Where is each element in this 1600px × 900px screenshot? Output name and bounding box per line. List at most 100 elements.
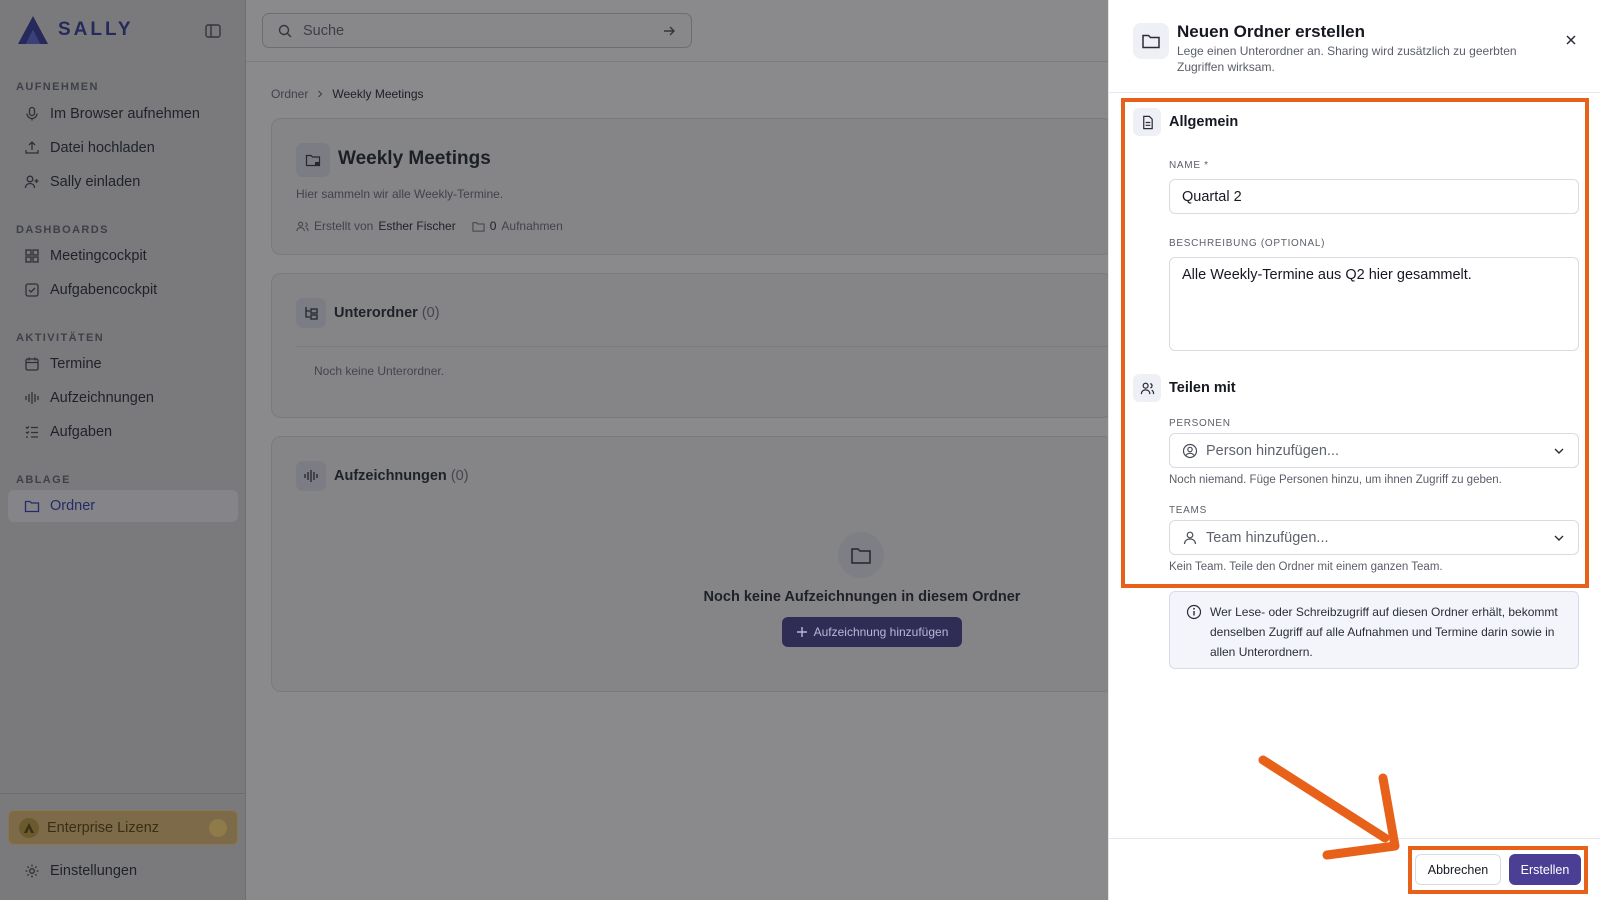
subfolders-count: (0) xyxy=(421,305,440,321)
subfolders-empty: Noch keine Unterordner. xyxy=(296,346,1114,390)
subfolders-card: Unterordner (0) Noch keine Unterordner. xyxy=(271,273,1114,418)
license-gear-icon[interactable] xyxy=(209,818,227,837)
info-icon xyxy=(1186,604,1202,620)
sidebar-item-label: Aufgabencockpit xyxy=(50,282,158,298)
search-input[interactable]: Suche xyxy=(262,13,692,48)
search-icon xyxy=(278,24,292,37)
persons-select[interactable]: Person hinzufügen... xyxy=(1169,433,1579,468)
persons-label: PERSONEN xyxy=(1169,418,1231,429)
teams-label: TEAMS xyxy=(1169,505,1207,516)
nav-section-storage: ABLAGE xyxy=(16,474,71,486)
inheritance-info-box: Wer Lese- oder Schreibzugriff auf diesen… xyxy=(1169,591,1579,669)
section-share-title: Teilen mit xyxy=(1169,380,1236,396)
breadcrumb-root[interactable]: Ordner xyxy=(271,87,308,101)
sidebar-item-label: Meetingcockpit xyxy=(50,248,147,264)
cancel-button[interactable]: Abbrechen xyxy=(1415,854,1501,885)
description-field[interactable]: Alle Weekly-Termine aus Q2 hier gesammel… xyxy=(1169,257,1579,351)
nav-section-dashboards: DASHBOARDS xyxy=(16,224,109,236)
folder-title: Weekly Meetings xyxy=(338,148,491,169)
license-label: Enterprise Lizenz xyxy=(47,819,160,836)
panel-subtitle: Lege einen Unterordner an. Sharing wird … xyxy=(1177,44,1517,74)
settings-label: Einstellungen xyxy=(50,863,138,879)
folder-icon xyxy=(24,500,40,513)
folder-lock-icon xyxy=(296,143,330,177)
upload-icon xyxy=(25,141,39,154)
sidebar-item-tasks[interactable]: Aufgaben xyxy=(8,416,238,448)
sidebar-item-recordings[interactable]: Aufzeichnungen xyxy=(8,382,238,414)
created-by-label: Erstellt von xyxy=(314,219,374,233)
folder-small-icon xyxy=(472,221,485,232)
teams-select[interactable]: Team hinzufügen... xyxy=(1169,520,1579,555)
search-placeholder: Suche xyxy=(303,22,345,39)
license-badge[interactable]: Enterprise Lizenz xyxy=(8,810,238,845)
sidebar-divider xyxy=(0,793,246,794)
sidebar-item-meetingcockpit[interactable]: Meetingcockpit xyxy=(8,240,238,272)
user-icon xyxy=(1183,531,1197,544)
sidebar-item-browser-record[interactable]: Im Browser aufnehmen xyxy=(8,98,238,130)
sally-logo-icon xyxy=(18,16,48,44)
nav-section-activities: AKTIVITÄTEN xyxy=(16,332,105,344)
sidebar-item-label: Ordner xyxy=(50,498,96,514)
name-value: Quartal 2 xyxy=(1182,188,1242,205)
add-recording-button[interactable]: Aufzeichnung hinzufügen xyxy=(782,617,962,647)
description-label: BESCHREIBUNG (OPTIONAL) xyxy=(1169,238,1326,249)
sidebar-item-label: Aufgaben xyxy=(50,424,113,440)
user-circle-icon xyxy=(1182,443,1198,458)
recordings-count: (0) xyxy=(450,468,469,484)
brand[interactable]: SALLY xyxy=(16,14,134,46)
created-by: Erstellt von Esther Fischer xyxy=(296,219,456,233)
checkbox-icon xyxy=(25,283,39,297)
empty-folder-icon xyxy=(838,532,884,578)
section-general-title: Allgemein xyxy=(1169,114,1239,130)
breadcrumb-current: Weekly Meetings xyxy=(332,87,424,101)
folder-meta: Erstellt von Esther Fischer 0 Aufnahmen xyxy=(296,219,563,233)
waveform-icon xyxy=(296,461,326,491)
persons-hint: Noch niemand. Füge Personen hinzu, um ih… xyxy=(1169,474,1502,486)
subfolders-title-text: Unterordner xyxy=(334,305,418,321)
add-recording-label: Aufzeichnung hinzufügen xyxy=(813,625,949,639)
sidebar-item-label: Im Browser aufnehmen xyxy=(50,106,200,122)
description-value: Alle Weekly-Termine aus Q2 hier gesammel… xyxy=(1182,267,1472,283)
recording-count-value: 0 xyxy=(489,219,497,233)
sidebar-item-label: Aufzeichnungen xyxy=(50,390,154,406)
calendar-icon xyxy=(25,357,39,371)
sidebar-item-folders[interactable]: Ordner xyxy=(8,490,238,522)
sidebar-item-label: Datei hochladen xyxy=(50,140,155,156)
sidebar-item-taskcockpit[interactable]: Aufgabencockpit xyxy=(8,274,238,306)
create-button[interactable]: Erstellen xyxy=(1509,854,1581,885)
settings-link[interactable]: Einstellungen xyxy=(8,856,238,886)
chevron-right-icon xyxy=(318,90,323,98)
recordings-empty-text: Noch keine Aufzeichnungen in diesem Ordn… xyxy=(703,589,1021,605)
panel-title: Neuen Ordner erstellen xyxy=(1177,22,1366,41)
folder-header-card: Weekly Meetings Hier sammeln wir alle We… xyxy=(271,118,1113,255)
recording-count-label: Aufnahmen xyxy=(501,219,563,233)
gear-icon xyxy=(25,864,39,878)
name-field[interactable]: Quartal 2 xyxy=(1169,179,1579,214)
teams-placeholder: Team hinzufügen... xyxy=(1206,529,1329,546)
recording-count: 0 Aufnahmen xyxy=(472,219,563,233)
close-icon[interactable] xyxy=(1563,32,1579,48)
grid-icon xyxy=(25,249,39,263)
subfolder-tree-icon xyxy=(296,298,326,328)
sidebar-item-label: Termine xyxy=(50,356,102,372)
panel-divider-top xyxy=(1109,92,1600,93)
folder-icon xyxy=(1133,23,1169,59)
sidebar-item-invite[interactable]: Sally einladen xyxy=(8,166,238,198)
recordings-card: Aufzeichnungen (0) Noch keine Aufzeichnu… xyxy=(271,436,1113,692)
chevron-down-icon xyxy=(1554,448,1564,454)
sidebar-item-label: Sally einladen xyxy=(50,174,141,190)
license-logo-icon xyxy=(19,817,39,838)
user-plus-icon xyxy=(24,175,39,189)
waveform-icon xyxy=(25,392,39,404)
arrow-right-icon[interactable] xyxy=(661,23,677,39)
breadcrumb: Ordner Weekly Meetings xyxy=(271,87,424,101)
sidebar-item-appointments[interactable]: Termine xyxy=(8,348,238,380)
microphone-icon xyxy=(26,106,38,121)
topbar: Suche xyxy=(246,0,1108,62)
sidebar: SALLY AUFNEHMEN Im Browser aufnehmen Dat… xyxy=(0,0,246,900)
name-label: NAME * xyxy=(1169,160,1209,171)
brand-name: SALLY xyxy=(58,19,134,40)
sidebar-item-upload[interactable]: Datei hochladen xyxy=(8,132,238,164)
sidebar-collapse-icon[interactable] xyxy=(204,22,222,40)
persons-placeholder: Person hinzufügen... xyxy=(1206,442,1340,459)
